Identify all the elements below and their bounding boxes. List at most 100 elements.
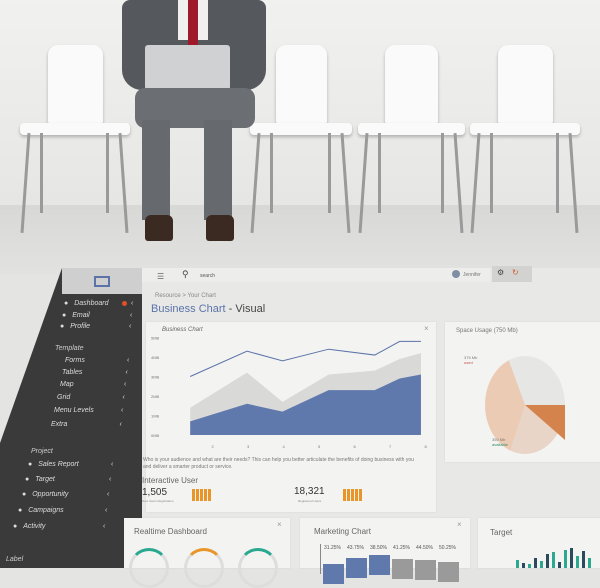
bar-value-label: 50.25% — [439, 545, 456, 551]
sidebar-item-label: Forms — [65, 357, 85, 364]
chevron-left-icon[interactable]: ‹ — [121, 407, 123, 414]
chair-leg — [106, 133, 109, 213]
gauge — [238, 548, 278, 588]
section-template: Template — [55, 345, 84, 352]
target-bar — [516, 560, 519, 568]
chevron-left-icon[interactable]: ‹ — [131, 300, 133, 307]
space-usage-card: Space Usage (750 Mb) 375 Mb used 350 Mb … — [445, 322, 600, 462]
sidebar-item-tables[interactable]: Tables — [62, 369, 82, 376]
monitor-icon — [94, 276, 110, 287]
sidebar-item-extra[interactable]: Extra — [51, 421, 67, 428]
chevron-left-icon[interactable]: ‹ — [127, 357, 129, 364]
gear-icon[interactable]: ⚙ — [497, 268, 504, 277]
chair-seat — [470, 123, 580, 135]
sidebar-item-label: Target — [35, 476, 55, 483]
target-bar — [558, 562, 561, 568]
sidebar-item-sales-report[interactable]: ● Sales Report — [28, 461, 79, 468]
chevron-left-icon[interactable]: ‹ — [126, 369, 128, 376]
chair-leg — [490, 133, 493, 213]
x-tick-label: 5 — [318, 444, 321, 449]
sidebar-item-grid[interactable]: Grid — [57, 394, 70, 401]
businessman — [120, 0, 268, 245]
sidebar-item-forms[interactable]: Forms — [65, 357, 85, 364]
chevron-left-icon[interactable]: ‹ — [130, 312, 132, 319]
chair-back — [47, 45, 103, 125]
bar — [438, 562, 459, 582]
chevron-left-icon[interactable]: ‹ — [111, 461, 113, 468]
card-title: Realtime Dashboard — [134, 527, 207, 536]
leg — [204, 120, 232, 220]
search-input[interactable]: search — [200, 273, 215, 279]
business-chart: 0MB 1MB 2MB 3MB 4MB 5MB 2 3 4 5 6 7 8 — [151, 336, 428, 450]
sidebar-item-profile[interactable]: ● Profile — [60, 323, 90, 330]
x-tick-label: 2 — [212, 444, 215, 449]
chevron-left-icon[interactable]: ‹ — [109, 476, 111, 483]
menu-icon[interactable]: ☰ — [157, 272, 164, 281]
bar — [369, 555, 390, 575]
sidebar-item-activity[interactable]: ● Activity — [13, 523, 45, 530]
target-bar — [540, 561, 543, 568]
profile-icon: ● — [60, 323, 65, 330]
y-tick-label: 5MB — [151, 336, 160, 341]
chair — [20, 45, 130, 235]
target-bar — [552, 552, 555, 568]
sidebar-item-label: Sales Report — [38, 461, 79, 468]
chat-icon: ● — [13, 523, 18, 530]
sidebar-item-label: Dashboard — [74, 300, 109, 307]
sidebar-item-opportunity[interactable]: ● Opportunity — [22, 491, 68, 498]
refresh-icon[interactable]: ↻ — [512, 268, 519, 277]
bar — [392, 559, 413, 579]
bar — [323, 564, 344, 584]
business-chart-card: Business Chart × 0MB 1MB 2MB 3MB 4MB 5MB 2 3 4 5 6… — [142, 322, 436, 512]
gauge — [129, 548, 169, 588]
chevron-left-icon[interactable]: ‹ — [105, 507, 107, 514]
close-icon[interactable]: × — [457, 520, 462, 529]
chair-seat — [20, 123, 130, 135]
description: Who is your audience and what are their … — [143, 457, 414, 470]
chair-leg — [40, 133, 43, 213]
x-tick-label: 8 — [425, 444, 428, 449]
sidebar-item-label: Activity — [23, 523, 46, 530]
y-axis — [320, 544, 321, 574]
chair — [358, 45, 465, 235]
sidebar-item-menu-levels[interactable]: Menu Levels — [54, 407, 94, 414]
chevron-left-icon[interactable]: ‹ — [129, 323, 131, 330]
chair-leg — [453, 133, 464, 233]
sidebar-item-campaigns[interactable]: ● Campaigns — [18, 507, 64, 514]
bar — [415, 560, 436, 580]
sidebar-item-map[interactable]: Map — [60, 381, 74, 388]
y-tick-label: 2MB — [151, 394, 160, 399]
chair-leg — [340, 133, 351, 233]
stat-value: 18,321 — [294, 486, 325, 497]
chevron-left-icon[interactable]: ‹ — [124, 381, 126, 388]
realtime-dashboard-card: Realtime Dashboard × — [124, 518, 290, 588]
bar-value-label: 43.75% — [347, 545, 364, 551]
search-icon[interactable]: ⚲ — [182, 269, 189, 280]
avatar[interactable] — [452, 270, 460, 278]
section-label: Label — [6, 556, 24, 563]
chevron-left-icon[interactable]: ‹ — [120, 421, 122, 428]
chair — [470, 45, 580, 235]
shoe — [206, 215, 234, 241]
target-bar — [522, 563, 525, 568]
breadcrumb[interactable]: Resource > Your Chart — [155, 293, 216, 299]
section-title: Interactive User — [142, 476, 199, 485]
sidebar-item-dashboard[interactable]: ● Dashboard — [64, 300, 108, 307]
close-icon[interactable]: × — [277, 520, 282, 529]
section-project: Project — [31, 448, 53, 455]
shoe — [145, 215, 173, 241]
chevron-left-icon[interactable]: ‹ — [107, 491, 109, 498]
sidebar-item-label: Menu Levels — [54, 407, 94, 414]
chevron-left-icon[interactable]: ‹ — [123, 394, 125, 401]
chair-leg — [470, 133, 481, 233]
sidebar-item-target[interactable]: ● Target — [25, 476, 55, 483]
user-menu[interactable]: Jennifer — [463, 272, 481, 278]
page-title-main: Business Chart — [151, 303, 226, 315]
tie — [188, 0, 198, 45]
sidebar-item-label: Campaigns — [28, 507, 64, 514]
bar-value-label: 41.25% — [393, 545, 410, 551]
sidebar-item-email[interactable]: ● Email — [62, 312, 90, 319]
chair-leg — [328, 133, 331, 213]
chevron-left-icon[interactable]: ‹ — [103, 523, 105, 530]
email-icon: ● — [62, 312, 67, 319]
